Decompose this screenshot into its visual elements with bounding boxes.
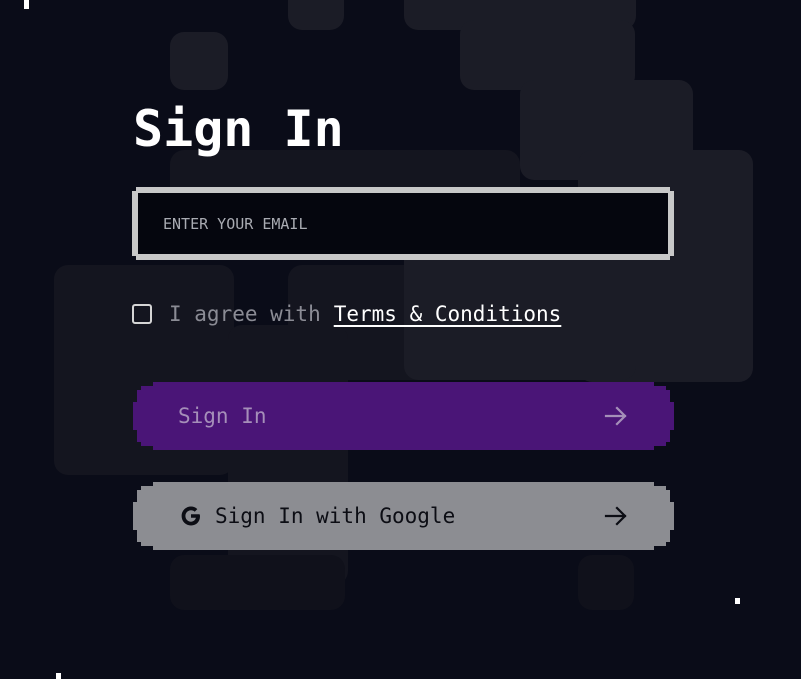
arrow-right-icon xyxy=(604,405,628,427)
google-button-label: Sign In with Google xyxy=(215,504,456,528)
terms-checkbox[interactable] xyxy=(132,304,152,324)
background-shape xyxy=(578,555,634,610)
terms-label: I agree with xyxy=(169,302,321,326)
terms-agreement-row: I agree with Terms & Conditions xyxy=(132,298,561,330)
background-shape xyxy=(170,32,228,90)
background-shape xyxy=(288,0,344,30)
arrow-right-icon xyxy=(604,505,628,527)
sign-in-page: Sign In I agree with Terms & Conditions … xyxy=(0,0,801,679)
pixel-dot xyxy=(24,0,29,9)
email-field-frame xyxy=(132,187,674,260)
pixel-dot xyxy=(56,673,61,679)
sign-in-button[interactable]: Sign In xyxy=(133,382,674,450)
terms-link[interactable]: Terms & Conditions xyxy=(334,302,562,326)
sign-in-button-label: Sign In xyxy=(178,404,267,428)
pixel-dot xyxy=(735,598,740,604)
background-shape xyxy=(170,555,345,610)
email-input[interactable] xyxy=(138,193,668,254)
page-title: Sign In xyxy=(133,100,344,158)
google-sign-in-button[interactable]: Sign In with Google xyxy=(133,482,674,550)
google-icon xyxy=(179,504,203,528)
